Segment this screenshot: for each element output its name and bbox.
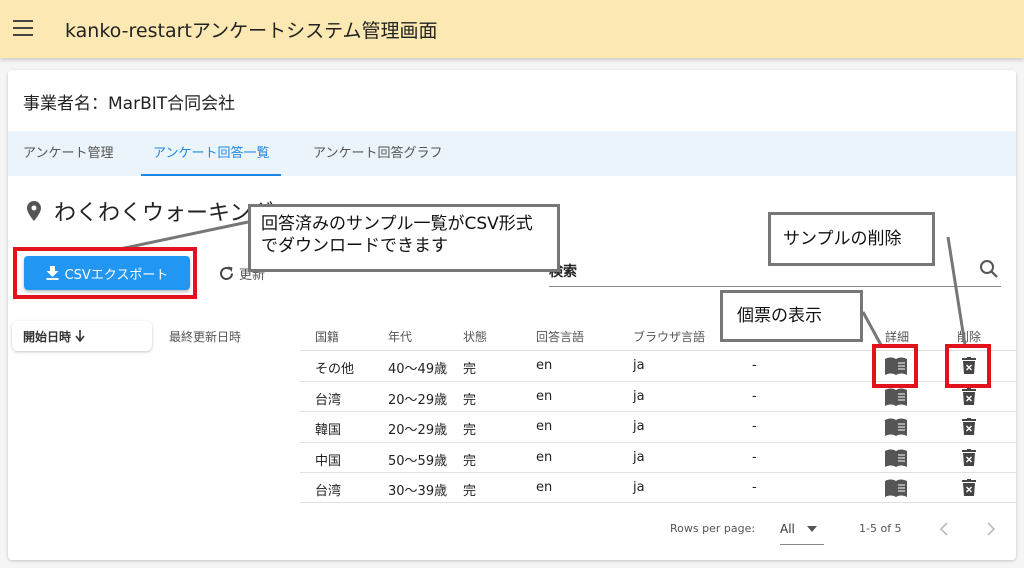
- arrow-down-icon: [75, 330, 85, 342]
- cell-nationality: 台湾: [315, 484, 342, 499]
- detail-book-icon[interactable]: [884, 388, 908, 410]
- cell-extra: -: [752, 419, 757, 434]
- cell-nationality: 台湾: [315, 392, 342, 408]
- tab-survey-graph[interactable]: アンケート回答グラフ: [313, 131, 442, 176]
- delete-trash-icon[interactable]: [962, 448, 976, 470]
- callout-detail-note: 個票の表示: [720, 290, 863, 342]
- cell-browser-language: ja: [633, 358, 645, 373]
- app-title: kanko-restartアンケートシステム管理画面: [65, 20, 438, 42]
- main-card: 事業者名：MarBIT合同会社 アンケート管理 アンケート回答一覧 アンケート回…: [8, 70, 1016, 560]
- cell-status: 完: [463, 484, 477, 499]
- header-delete: 削除: [957, 330, 982, 344]
- cell-answer-language: en: [536, 480, 553, 495]
- cell-answer-language: en: [536, 419, 553, 434]
- header-status[interactable]: 状態: [463, 328, 487, 345]
- pagination-range: 1-5 of 5: [859, 522, 902, 535]
- detail-book-icon[interactable]: [884, 449, 908, 471]
- tab-survey-responses[interactable]: アンケート回答一覧: [141, 131, 282, 176]
- header-detail: 詳細: [885, 330, 910, 344]
- table-row: 台湾 30〜39歳完 en ja -: [300, 472, 1016, 503]
- cell-status: 完: [463, 453, 477, 469]
- dropdown-arrow-icon: [807, 526, 817, 532]
- highlight-box-csv: [13, 247, 197, 299]
- cell-browser-language: ja: [633, 480, 645, 495]
- table-row: 中国 50〜59歳完 en ja -: [300, 441, 1016, 473]
- detail-book-icon[interactable]: [884, 418, 908, 440]
- rows-per-page-label: Rows per page:: [670, 522, 756, 535]
- cell-extra: -: [752, 480, 757, 495]
- header-nationality[interactable]: 国籍: [315, 328, 339, 345]
- cell-age: 20〜29歳: [388, 423, 448, 438]
- cell-browser-language: ja: [633, 449, 645, 465]
- cell-extra: -: [752, 388, 757, 404]
- callout-csv-note: 回答済みのサンプル一覧がCSV形式でダウンロードできます: [248, 204, 560, 272]
- menu-icon[interactable]: [13, 20, 33, 36]
- cell-status: 完: [463, 423, 477, 438]
- header-answer-language[interactable]: 回答言語: [536, 328, 584, 345]
- tab-survey-management[interactable]: アンケート管理: [23, 131, 113, 176]
- company-name: 事業者名：MarBIT合同会社: [23, 94, 236, 114]
- location-pin-icon: [27, 201, 41, 221]
- cell-nationality: 韓国: [315, 423, 342, 438]
- cell-answer-language: en: [536, 358, 553, 373]
- delete-trash-icon[interactable]: [962, 479, 976, 500]
- survey-title: わくわくウォーキング: [54, 201, 274, 226]
- table-row: 韓国 20〜29歳完 en ja -: [300, 411, 1016, 442]
- highlight-box-delete: [945, 344, 991, 388]
- rows-per-page-select[interactable]: All: [780, 522, 824, 545]
- cell-browser-language: ja: [633, 419, 645, 434]
- cell-answer-language: en: [536, 388, 553, 404]
- cell-age: 50〜59歳: [388, 453, 448, 469]
- sort-header-start-date[interactable]: 開始日時: [12, 321, 152, 351]
- rows-per-page-value: All: [780, 522, 795, 536]
- search-icon[interactable]: [979, 259, 999, 279]
- cell-status: 完: [463, 392, 477, 408]
- delete-trash-icon[interactable]: [962, 387, 976, 409]
- tab-bar: アンケート管理 アンケート回答一覧 アンケート回答グラフ: [8, 131, 1016, 176]
- cell-age: 40〜49歳: [388, 362, 448, 377]
- cell-extra: -: [752, 449, 757, 465]
- prev-page-icon[interactable]: [939, 522, 949, 536]
- cell-age: 20〜29歳: [388, 392, 448, 408]
- header-browser-language[interactable]: ブラウザ言語: [633, 328, 705, 345]
- next-page-icon[interactable]: [986, 522, 996, 536]
- cell-nationality: 中国: [315, 453, 342, 469]
- cell-answer-language: en: [536, 449, 553, 465]
- header-age[interactable]: 年代: [388, 328, 412, 345]
- app-bar: kanko-restartアンケートシステム管理画面: [0, 0, 1024, 58]
- highlight-box-detail: [872, 344, 918, 388]
- header-start-date: 開始日時: [23, 330, 72, 344]
- callout-delete-note: サンプルの削除: [768, 212, 935, 266]
- cell-browser-language: ja: [633, 388, 645, 404]
- cell-nationality: その他: [315, 362, 355, 377]
- detail-book-icon[interactable]: [884, 479, 908, 501]
- cell-extra: -: [752, 358, 757, 373]
- cell-status: 完: [463, 362, 477, 377]
- delete-trash-icon[interactable]: [962, 418, 976, 439]
- refresh-icon: [220, 266, 233, 280]
- header-last-updated[interactable]: 最終更新日時: [169, 328, 241, 345]
- cell-age: 30〜39歳: [388, 484, 448, 499]
